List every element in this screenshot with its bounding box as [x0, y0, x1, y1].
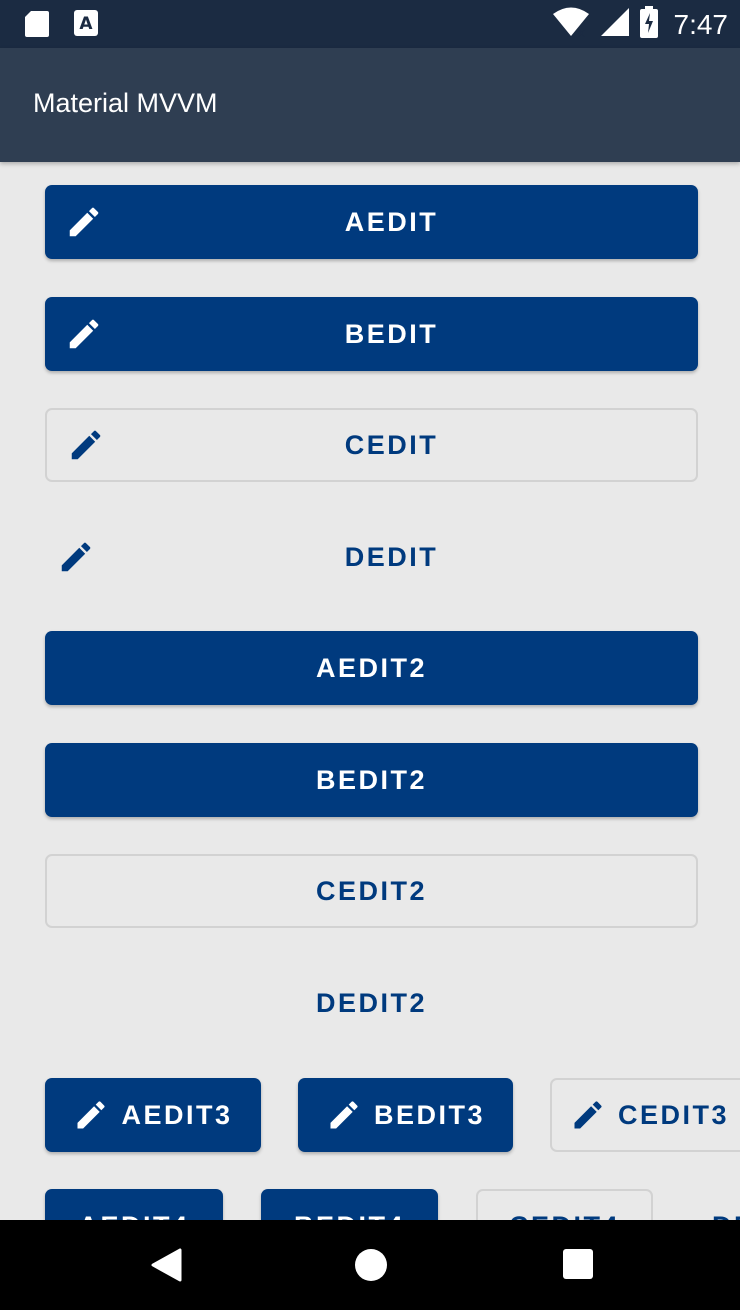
aedit-label: AEDIT: [344, 206, 439, 237]
aedit2-button[interactable]: AEDIT2: [45, 631, 698, 705]
home-icon[interactable]: [354, 1248, 388, 1287]
dedit-button[interactable]: DEDIT: [45, 520, 698, 594]
app-title: Material MVVM: [33, 88, 218, 118]
svg-text:x: x: [578, 26, 585, 37]
bedit-button[interactable]: BEDIT: [45, 297, 698, 371]
bedit4-button[interactable]: BEDIT4: [261, 1189, 438, 1220]
cedit2-label: CEDIT2: [315, 875, 428, 906]
aedit-button[interactable]: AEDIT: [45, 185, 698, 259]
cedit-label: CEDIT: [344, 429, 439, 460]
app-bar: Material MVVM: [0, 48, 740, 162]
bedit3-label: BEDIT3: [373, 1099, 486, 1130]
cedit3-label: CEDIT3: [618, 1099, 730, 1130]
navigation-bar: [0, 1220, 740, 1310]
back-icon[interactable]: [150, 1248, 182, 1287]
aedit4-label: AEDIT4: [78, 1211, 189, 1221]
cedit-button[interactable]: CEDIT: [45, 408, 698, 482]
wifi-icon: x: [552, 7, 590, 42]
bedit-label: BEDIT: [344, 318, 439, 349]
status-time: 7:47: [673, 8, 729, 40]
notification-a-icon: A: [74, 10, 98, 43]
aedit2-label: AEDIT2: [315, 652, 428, 683]
status-bar: A x 7:47: [0, 0, 740, 48]
signal-icon: [600, 7, 630, 42]
dedit4-button[interactable]: DEDIT4: [692, 1189, 740, 1221]
dedit-label: DEDIT: [344, 541, 439, 572]
pencil-icon: [326, 1097, 362, 1133]
aedit3-label: AEDIT3: [121, 1099, 233, 1130]
dedit2-label: DEDIT2: [315, 987, 428, 1018]
battery-icon: [639, 6, 658, 43]
button-list: AEDIT BEDIT CEDIT DEDIT AEDIT2 BEDIT2 CE…: [0, 162, 740, 1220]
aedit3-button[interactable]: AEDIT3: [45, 1078, 261, 1152]
cedit4-button[interactable]: CEDIT4: [476, 1189, 653, 1220]
dedit2-button[interactable]: DEDIT2: [45, 966, 698, 1040]
cedit2-button[interactable]: CEDIT2: [45, 854, 698, 928]
bedit2-label: BEDIT2: [315, 764, 428, 795]
pencil-icon: [73, 1097, 109, 1133]
cedit4-label: CEDIT4: [509, 1211, 620, 1221]
recent-apps-icon[interactable]: [562, 1248, 594, 1285]
bedit4-label: BEDIT4: [294, 1211, 405, 1221]
dedit4-label: DEDIT4: [712, 1211, 740, 1221]
aedit4-button[interactable]: AEDIT4: [45, 1189, 223, 1220]
bedit3-button[interactable]: BEDIT3: [298, 1078, 513, 1152]
bedit2-button[interactable]: BEDIT2: [45, 743, 698, 817]
sd-card-icon: [24, 10, 50, 43]
svg-text:A: A: [79, 14, 93, 34]
pencil-icon: [570, 1097, 606, 1133]
cedit3-button[interactable]: CEDIT3: [550, 1078, 740, 1152]
